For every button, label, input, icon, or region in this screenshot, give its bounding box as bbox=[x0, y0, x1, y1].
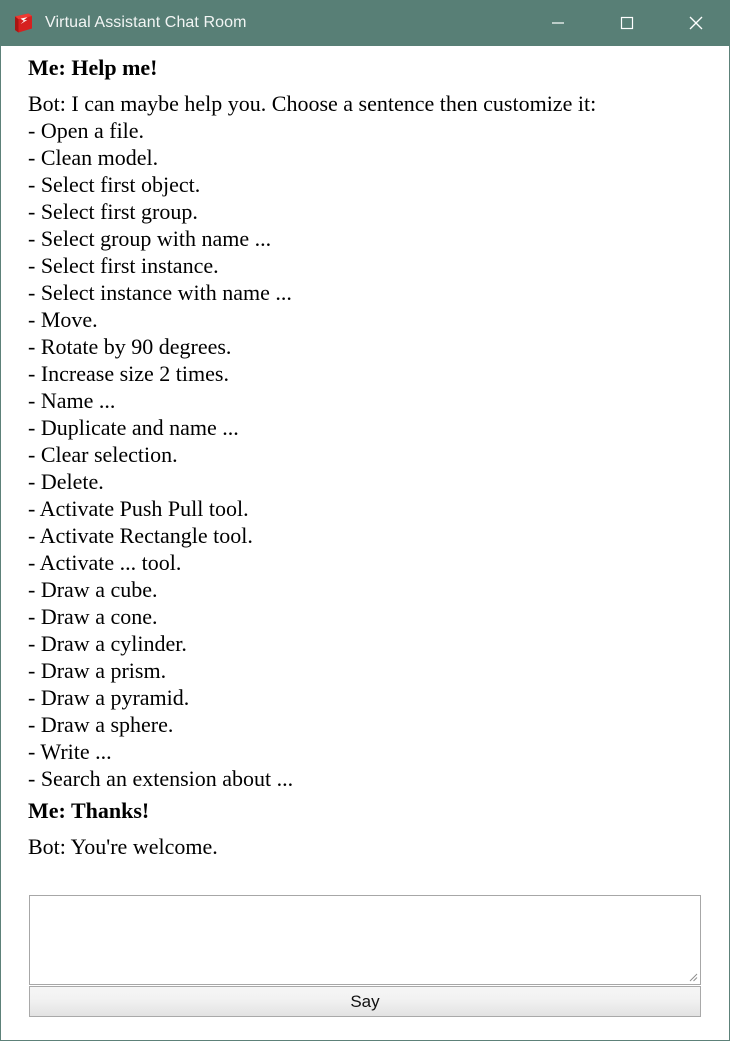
chat-suggestion-line: - Draw a prism. bbox=[28, 658, 167, 683]
chat-suggestion-line: - Name ... bbox=[28, 388, 116, 413]
sketchup-logo-icon bbox=[11, 11, 35, 35]
chat-suggestion-line: - Draw a pyramid. bbox=[28, 685, 190, 710]
window-title: Virtual Assistant Chat Room bbox=[45, 14, 247, 31]
chat-message: Bot: You're welcome. bbox=[28, 833, 719, 860]
chat-message-header: Me: Help me! bbox=[28, 55, 158, 80]
chat-input[interactable] bbox=[29, 895, 701, 985]
chat-suggestion-line: - Draw a sphere. bbox=[28, 712, 174, 737]
close-button[interactable] bbox=[661, 0, 730, 46]
chat-suggestion-line: - Draw a cube. bbox=[28, 577, 158, 602]
chat-message-header: Me: Thanks! bbox=[28, 798, 150, 823]
title-bar: Virtual Assistant Chat Room bbox=[0, 0, 730, 46]
chat-message: Me: Thanks! bbox=[28, 797, 719, 824]
chat-message: Me: Help me! bbox=[28, 54, 719, 81]
chat-suggestion-line: - Activate ... tool. bbox=[28, 550, 182, 575]
chat-message: Bot: I can maybe help you. Choose a sent… bbox=[28, 90, 719, 792]
minimize-button[interactable] bbox=[523, 0, 592, 46]
window-controls bbox=[523, 0, 730, 46]
chat-suggestion-line: - Clear selection. bbox=[28, 442, 178, 467]
chat-message-header: Bot: You're welcome. bbox=[28, 834, 218, 859]
chat-suggestion-line: - Clean model. bbox=[28, 145, 159, 170]
minimize-icon bbox=[551, 22, 564, 24]
chat-suggestion-line: - Activate Rectangle tool. bbox=[28, 523, 253, 548]
maximize-button[interactable] bbox=[592, 0, 661, 46]
chat-suggestion-line: - Select group with name ... bbox=[28, 226, 272, 251]
message-composer: Say bbox=[1, 895, 729, 1040]
chat-suggestion-line: - Duplicate and name ... bbox=[28, 415, 239, 440]
say-button[interactable]: Say bbox=[29, 986, 701, 1017]
chat-message-header: Bot: I can maybe help you. Choose a sent… bbox=[28, 91, 597, 116]
chat-suggestion-line: - Select first object. bbox=[28, 172, 201, 197]
chat-suggestion-line: - Select instance with name ... bbox=[28, 280, 292, 305]
chat-suggestion-line: - Select first instance. bbox=[28, 253, 219, 278]
chat-suggestion-line: - Delete. bbox=[28, 469, 104, 494]
chat-suggestion-line: - Rotate by 90 degrees. bbox=[28, 334, 232, 359]
chat-window: Virtual Assistant Chat Room Me: Help me!… bbox=[0, 0, 730, 1041]
chat-suggestion-line: - Activate Push Pull tool. bbox=[28, 496, 249, 521]
chat-suggestion-line: - Draw a cone. bbox=[28, 604, 158, 629]
chat-suggestion-line: - Draw a cylinder. bbox=[28, 631, 187, 656]
chat-suggestion-line: - Write ... bbox=[28, 739, 112, 764]
chat-transcript: Me: Help me! Bot: I can maybe help you. C… bbox=[1, 46, 729, 895]
maximize-icon bbox=[620, 16, 633, 30]
chat-suggestion-line: - Move. bbox=[28, 307, 98, 332]
chat-suggestion-line: - Increase size 2 times. bbox=[28, 361, 229, 386]
chat-suggestion-line: - Open a file. bbox=[28, 118, 145, 143]
chat-suggestion-line: - Search an extension about ... bbox=[28, 766, 294, 791]
window-client-area: Me: Help me! Bot: I can maybe help you. C… bbox=[0, 46, 730, 1041]
close-icon bbox=[689, 16, 702, 30]
chat-input-wrapper bbox=[29, 895, 701, 985]
chat-suggestion-line: - Select first group. bbox=[28, 199, 198, 224]
